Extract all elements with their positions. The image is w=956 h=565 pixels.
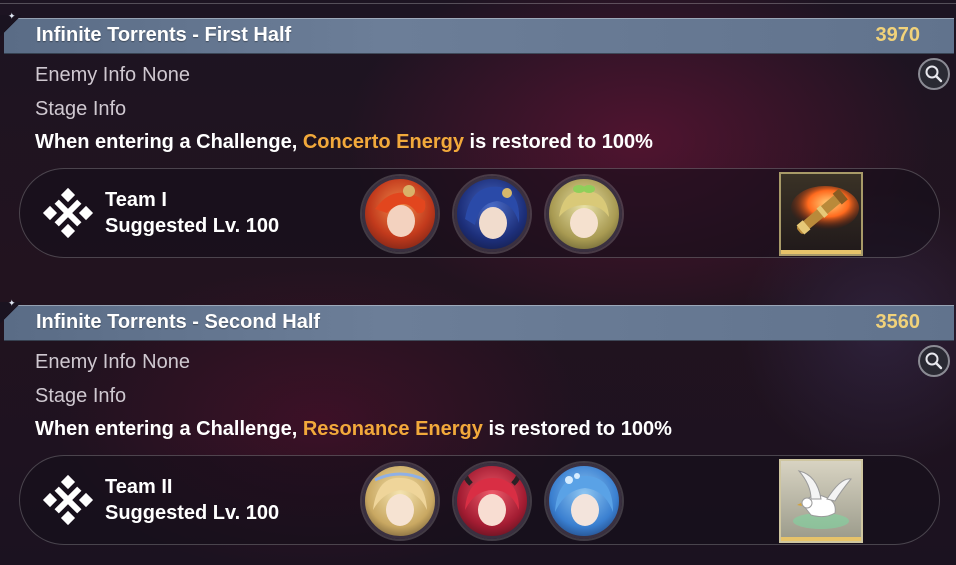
spyglass-icon	[791, 186, 859, 235]
enemy-info-search-button[interactable]	[918, 345, 950, 377]
team-card[interactable]: Team II Suggested Lv. 100	[19, 455, 940, 545]
character-avatar-icon	[559, 185, 609, 238]
stage-description: When entering a Challenge, Concerto Ener…	[35, 131, 653, 154]
character-portrait[interactable]	[362, 463, 438, 539]
character-portrait[interactable]	[362, 176, 438, 252]
stage-info-label: Stage Info	[35, 98, 127, 120]
character-avatar-icon	[555, 473, 613, 526]
character-portrait[interactable]	[546, 176, 622, 252]
character-avatar-icon	[375, 185, 426, 237]
enemy-info-row: Enemy Info None	[35, 64, 190, 87]
enemy-info-label: Enemy Info	[35, 351, 137, 373]
character-avatar-icon	[373, 472, 427, 526]
description-highlight: Resonance Energy	[302, 418, 483, 440]
character-avatar-icon	[465, 186, 520, 239]
enemy-info-value: None	[142, 351, 190, 373]
description-text: When entering a Challenge,	[35, 418, 303, 440]
description-text-end: is restored to 100%	[482, 418, 672, 440]
team-suggested-level: Suggested Lv. 100	[105, 502, 280, 524]
stage-score: 3560	[875, 311, 921, 333]
item-rarity-bar	[781, 250, 861, 254]
character-portrait[interactable]	[454, 463, 530, 539]
stage-description: When entering a Challenge, Resonance Ene…	[35, 418, 672, 441]
magnifier-icon	[925, 65, 943, 83]
stage-score: 3970	[875, 24, 921, 46]
team-suggested-level: Suggested Lv. 100	[105, 215, 280, 237]
sparkle-icon: ✦	[8, 11, 16, 21]
dove-icon	[793, 470, 852, 529]
equipped-item-slot[interactable]	[779, 172, 863, 256]
item-rarity-bar	[781, 537, 861, 541]
team-card[interactable]: Team I Suggested Lv. 100	[19, 168, 940, 258]
stage-header: ✦ Infinite Torrents - Second Half 3560	[0, 299, 954, 341]
team-name: Team II	[105, 476, 173, 498]
stage-title: Infinite Torrents - Second Half	[36, 311, 321, 333]
stage-info-label: Stage Info	[35, 385, 127, 407]
team-name: Team I	[105, 189, 167, 211]
equipped-item-slot[interactable]	[779, 459, 863, 543]
enemy-info-value: None	[142, 64, 190, 86]
enemy-info-search-button[interactable]	[918, 58, 950, 90]
enemy-info-label: Enemy Info	[35, 64, 137, 86]
character-avatar-icon	[462, 466, 522, 526]
description-text-end: is restored to 100%	[463, 131, 653, 153]
team-emblem-icon	[42, 187, 94, 239]
character-portrait[interactable]	[546, 463, 622, 539]
stage-title: Infinite Torrents - First Half	[36, 24, 292, 46]
character-portrait[interactable]	[454, 176, 530, 252]
sparkle-icon: ✦	[8, 298, 16, 308]
team-emblem-icon	[42, 474, 94, 526]
stage-header: ✦ Infinite Torrents - First Half 3970	[0, 12, 954, 54]
description-highlight: Concerto Energy	[302, 131, 464, 153]
description-text: When entering a Challenge,	[35, 131, 303, 153]
top-divider	[0, 3, 956, 4]
magnifier-icon	[925, 352, 943, 370]
enemy-info-row: Enemy Info None	[35, 351, 190, 374]
